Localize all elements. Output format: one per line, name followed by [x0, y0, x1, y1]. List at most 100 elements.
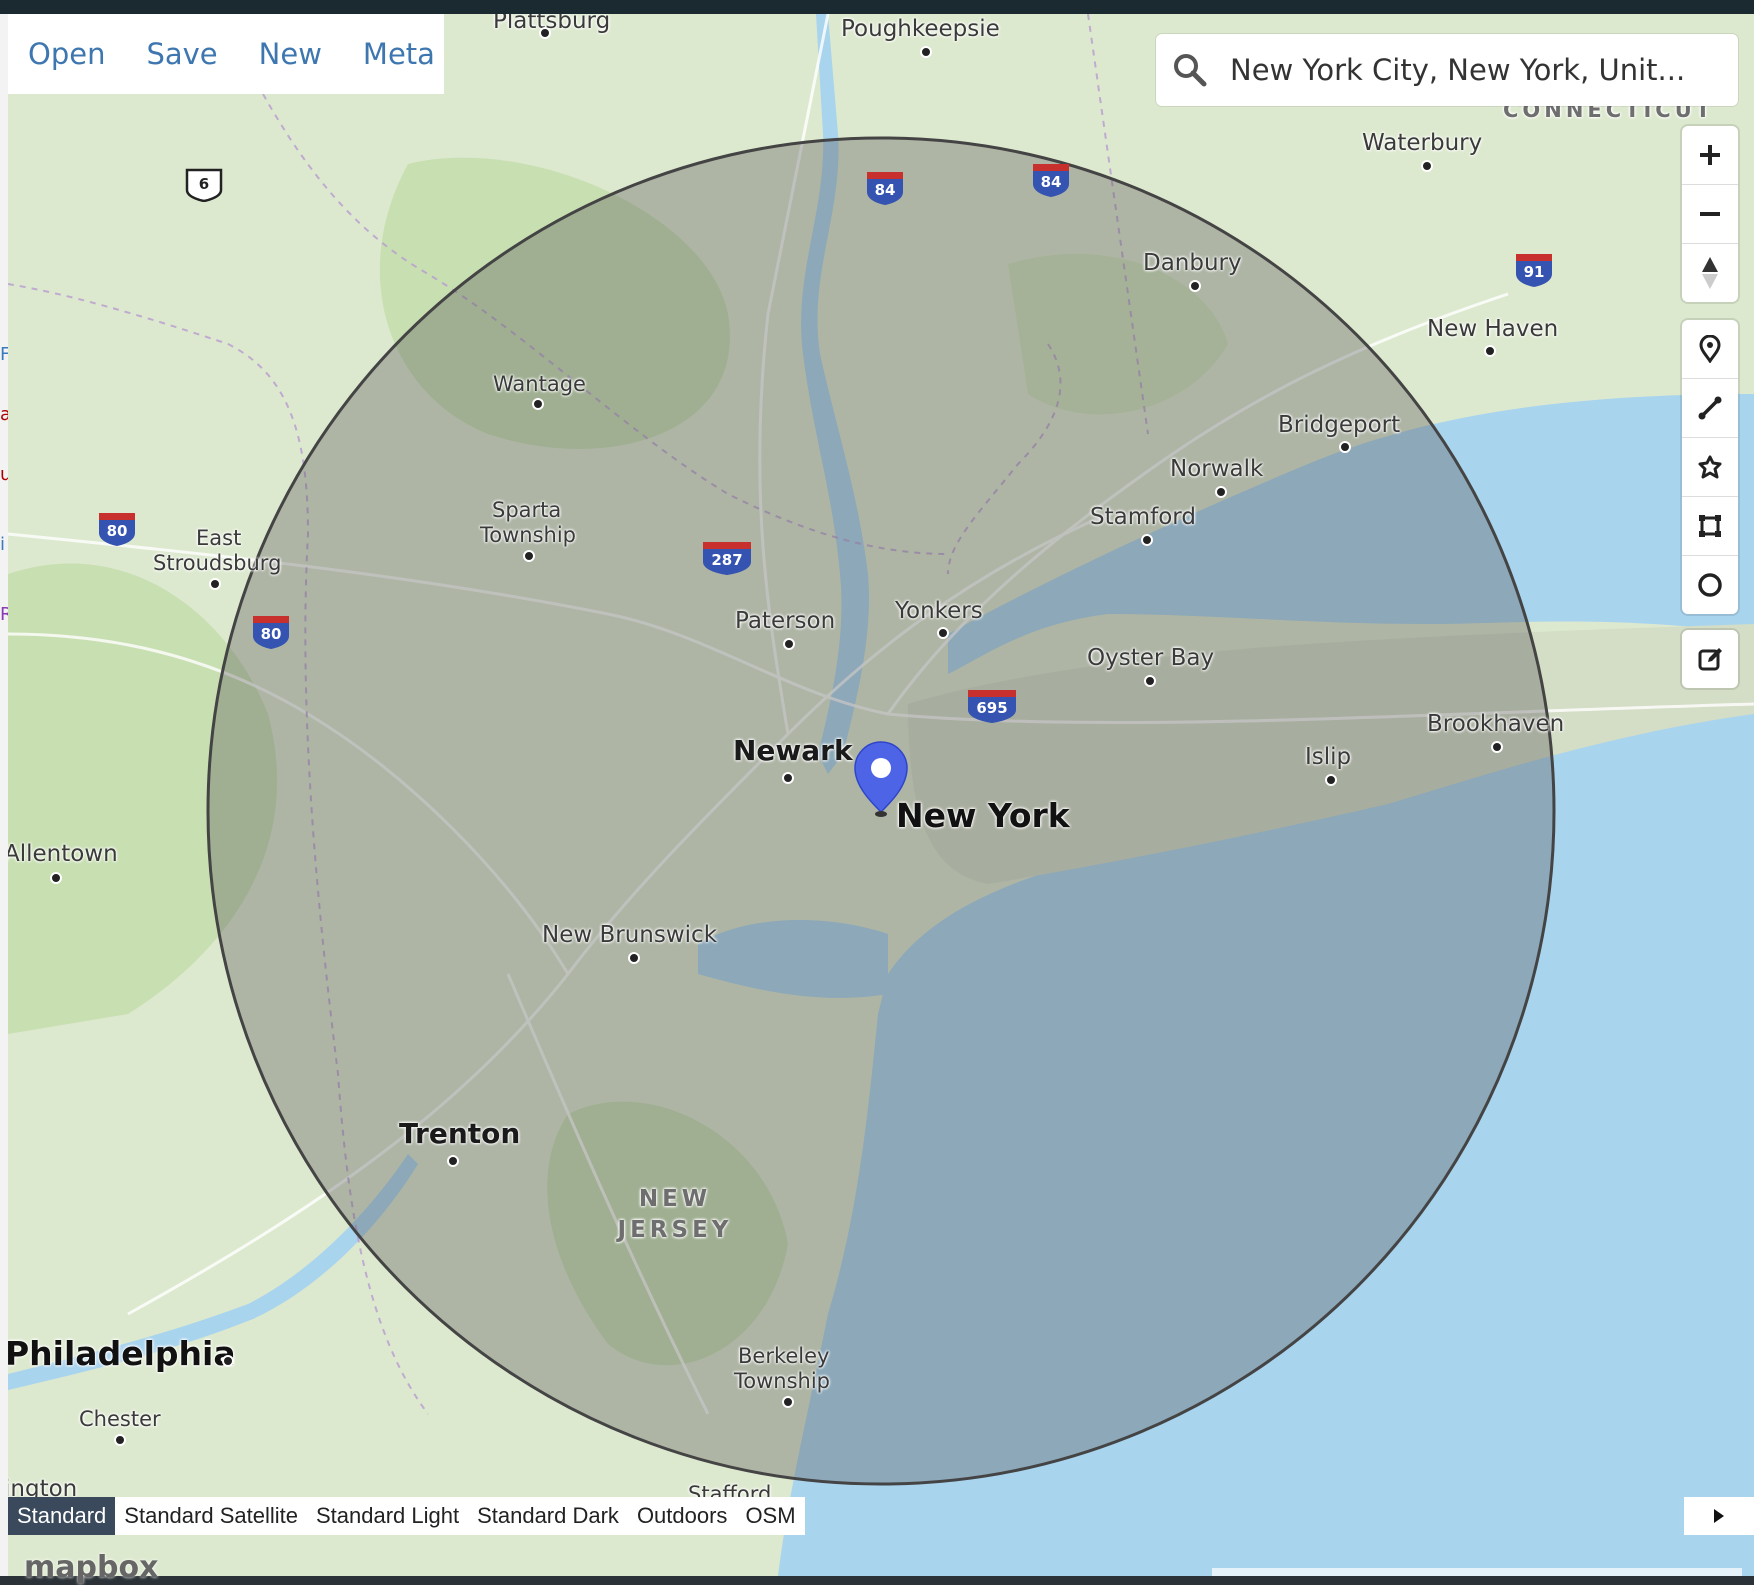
caret-right-icon	[1714, 1509, 1724, 1523]
place-dot	[782, 772, 794, 784]
place-dot	[1325, 774, 1337, 786]
place-label: Oyster Bay	[1087, 645, 1215, 671]
place-label: Poughkeepsie	[841, 16, 1000, 42]
style-option-standard-light[interactable]: Standard Light	[307, 1497, 468, 1535]
compass-button[interactable]	[1682, 244, 1738, 302]
place-label: Chester	[79, 1407, 161, 1431]
geocoder-search	[1156, 34, 1738, 106]
rectangle-icon	[1699, 515, 1721, 537]
save-button[interactable]: Save	[146, 37, 217, 71]
map-canvas[interactable]: 6 84 84 91 80 80 287 695 Plattsburg Poug…	[8, 14, 1754, 1576]
place-label: Philadelphia	[8, 1334, 236, 1373]
place-label: Yonkers	[895, 598, 983, 624]
place-dot	[1215, 486, 1227, 498]
place-label: Wantage	[493, 372, 586, 396]
place-dot	[114, 1434, 126, 1446]
place-dot	[783, 638, 795, 650]
interstate-shield: 84	[1031, 162, 1071, 197]
place-label: Paterson	[735, 608, 836, 634]
place-label: Stamford	[1090, 504, 1196, 530]
new-button[interactable]: New	[259, 37, 322, 71]
mapbox-logo[interactable]: mapbox	[24, 1550, 158, 1585]
place-label: Stroudsburg	[153, 551, 282, 575]
us-route-shield: 6	[184, 166, 224, 203]
place-dot	[782, 1396, 794, 1408]
edit-icon	[1698, 648, 1722, 671]
draw-circle-button[interactable]	[1682, 556, 1738, 614]
meta-button[interactable]: Meta	[363, 37, 435, 71]
place-label: Trenton	[399, 1117, 521, 1150]
interstate-shield: 80	[97, 511, 137, 546]
place-dot	[1189, 280, 1201, 292]
place-dot	[532, 398, 544, 410]
place-label: New Brunswick	[542, 922, 718, 948]
place-label: Berkeley	[738, 1344, 830, 1368]
polygon-icon	[1698, 455, 1722, 479]
interstate-shield: 287	[701, 540, 753, 575]
draw-polygon-button[interactable]	[1682, 438, 1738, 497]
search-icon	[1174, 54, 1207, 87]
minus-icon	[1700, 212, 1720, 216]
place-label: Brookhaven	[1427, 711, 1565, 737]
place-dot	[1491, 741, 1503, 753]
edit-button[interactable]	[1682, 630, 1738, 688]
file-menu: Open Save New Meta	[8, 14, 444, 94]
style-option-outdoors[interactable]: Outdoors	[628, 1497, 737, 1535]
navigation-controls	[1682, 126, 1738, 302]
map-style-switcher: Standard Standard Satellite Standard Lig…	[8, 1497, 805, 1535]
draw-marker-button[interactable]	[1682, 320, 1738, 379]
place-dot	[1421, 160, 1433, 172]
place-label: Sparta	[492, 498, 562, 522]
place-label: Newark	[733, 734, 853, 767]
interstate-shield: 84	[865, 170, 905, 205]
place-dot	[1484, 345, 1496, 357]
place-label: Township	[734, 1369, 831, 1393]
place-dot	[628, 952, 640, 964]
attribution-bar	[1212, 1568, 1742, 1576]
draw-rectangle-button[interactable]	[1682, 497, 1738, 556]
place-label: Norwalk	[1170, 456, 1264, 482]
left-fragment: i	[0, 534, 6, 555]
compass-icon	[1702, 257, 1718, 289]
state-label: NEW	[638, 1186, 712, 1212]
place-label: Township	[480, 523, 577, 547]
map-base	[8, 14, 1754, 1576]
interstate-shield: 80	[251, 614, 291, 649]
place-label: Waterbury	[1362, 130, 1483, 156]
state-label: JERSEY	[617, 1217, 733, 1243]
place-label: Allentown	[8, 841, 118, 867]
place-label: East	[196, 526, 242, 550]
place-dot	[937, 627, 949, 639]
place-dot	[50, 872, 62, 884]
place-label: Plattsburg	[493, 14, 611, 34]
place-label: New Haven	[1427, 316, 1559, 342]
interstate-shield: 91	[1514, 252, 1554, 287]
interstate-shield: 695	[966, 688, 1018, 723]
draw-line-button[interactable]	[1682, 379, 1738, 438]
edit-controls	[1682, 630, 1738, 688]
top-window-bar	[0, 0, 1754, 14]
expand-panel-button[interactable]	[1684, 1497, 1754, 1535]
place-label: Bridgeport	[1278, 412, 1401, 438]
zoom-out-button[interactable]	[1682, 185, 1738, 244]
place-label: New York	[896, 796, 1070, 835]
place-label: Danbury	[1143, 250, 1242, 276]
place-dot	[1339, 441, 1351, 453]
place-dot	[523, 550, 535, 562]
style-option-standard-dark[interactable]: Standard Dark	[468, 1497, 628, 1535]
place-dot	[539, 27, 551, 39]
place-label: Islip	[1305, 744, 1352, 770]
plus-icon	[1700, 145, 1720, 165]
place-dot	[447, 1155, 459, 1167]
circle-icon	[1698, 573, 1722, 597]
line-icon	[1698, 396, 1722, 420]
style-option-standard-satellite[interactable]: Standard Satellite	[115, 1497, 307, 1535]
map-pin-icon	[1699, 335, 1721, 363]
zoom-in-button[interactable]	[1682, 126, 1738, 185]
place-dot	[920, 46, 932, 58]
search-input[interactable]	[1228, 52, 1692, 88]
place-dot	[1141, 534, 1153, 546]
open-button[interactable]: Open	[28, 37, 105, 71]
style-option-standard[interactable]: Standard	[8, 1497, 116, 1535]
style-option-osm[interactable]: OSM	[736, 1497, 804, 1535]
